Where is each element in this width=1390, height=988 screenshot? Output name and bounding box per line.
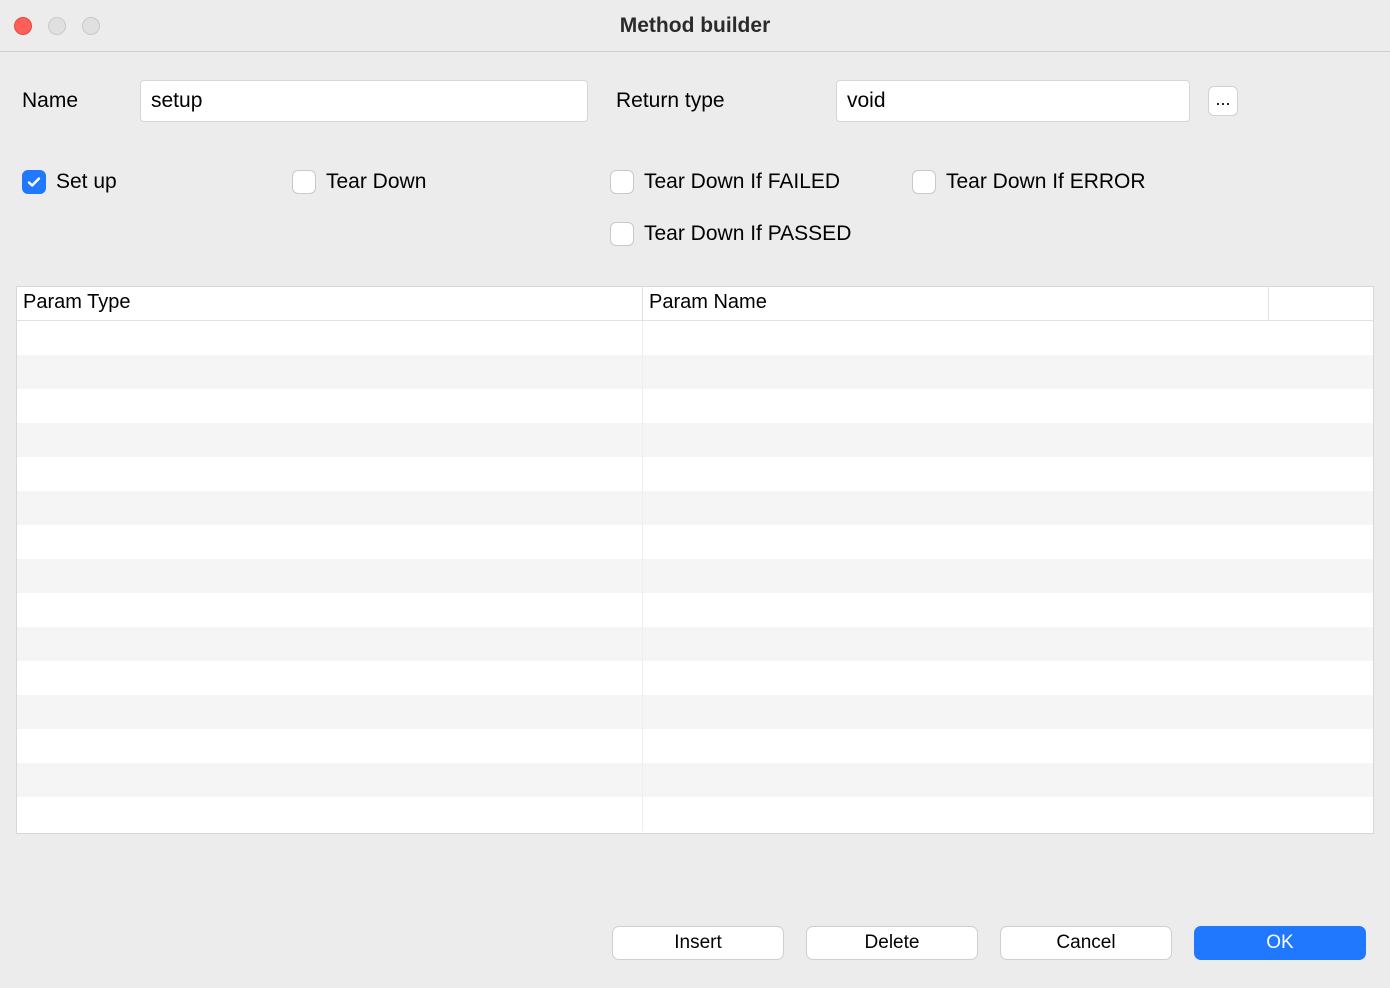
- checkbox-row-2: Tear Down If PASSED: [22, 222, 1368, 246]
- params-table-body: [17, 321, 1373, 831]
- return-type-input[interactable]: [836, 80, 1190, 122]
- table-row[interactable]: [17, 355, 1373, 389]
- window-controls: [14, 17, 100, 35]
- teardown-failed-checkbox-label: Tear Down If FAILED: [644, 170, 840, 194]
- return-type-label: Return type: [588, 89, 836, 113]
- teardown-passed-checkbox-label: Tear Down If PASSED: [644, 222, 851, 246]
- name-return-row: Name Return type ...: [22, 80, 1368, 122]
- teardown-checkbox-label: Tear Down: [326, 170, 426, 194]
- name-label: Name: [22, 89, 140, 113]
- param-name-header[interactable]: Param Name: [643, 287, 1269, 320]
- ellipsis-icon: ...: [1215, 95, 1230, 103]
- insert-button[interactable]: Insert: [612, 926, 784, 960]
- ok-button[interactable]: OK: [1194, 926, 1366, 960]
- window-close-button[interactable]: [14, 17, 32, 35]
- window-zoom-button[interactable]: [82, 17, 100, 35]
- params-table-header: Param Type Param Name: [17, 287, 1373, 321]
- check-icon: [26, 174, 42, 190]
- table-row[interactable]: [17, 593, 1373, 627]
- setup-checkbox[interactable]: [22, 170, 46, 194]
- table-row[interactable]: [17, 423, 1373, 457]
- table-row[interactable]: [17, 661, 1373, 695]
- table-row[interactable]: [17, 797, 1373, 831]
- teardown-error-checkbox[interactable]: [912, 170, 936, 194]
- setup-checkbox-wrap: Set up: [22, 170, 292, 194]
- setup-checkbox-label: Set up: [56, 170, 117, 194]
- table-row[interactable]: [17, 525, 1373, 559]
- table-row[interactable]: [17, 491, 1373, 525]
- teardown-error-checkbox-wrap: Tear Down If ERROR: [912, 170, 1368, 194]
- dialog-content: Name Return type ... Set up Tear Down Te…: [0, 52, 1390, 834]
- teardown-error-checkbox-label: Tear Down If ERROR: [946, 170, 1146, 194]
- name-input[interactable]: [140, 80, 588, 122]
- table-row[interactable]: [17, 559, 1373, 593]
- cancel-button[interactable]: Cancel: [1000, 926, 1172, 960]
- teardown-passed-checkbox-wrap: Tear Down If PASSED: [610, 222, 912, 246]
- table-row[interactable]: [17, 729, 1373, 763]
- delete-button[interactable]: Delete: [806, 926, 978, 960]
- teardown-checkbox-wrap: Tear Down: [292, 170, 610, 194]
- teardown-checkbox[interactable]: [292, 170, 316, 194]
- titlebar: Method builder: [0, 0, 1390, 52]
- param-pad-header: [1269, 287, 1373, 320]
- table-row[interactable]: [17, 389, 1373, 423]
- dialog-footer: Insert Delete Cancel OK: [612, 926, 1366, 960]
- window-title: Method builder: [0, 14, 1390, 38]
- params-table[interactable]: Param Type Param Name: [16, 286, 1374, 834]
- return-type-browse-button[interactable]: ...: [1208, 86, 1238, 116]
- checkbox-row-1: Set up Tear Down Tear Down If FAILED Tea…: [22, 170, 1368, 194]
- table-row[interactable]: [17, 695, 1373, 729]
- teardown-passed-checkbox[interactable]: [610, 222, 634, 246]
- table-row[interactable]: [17, 457, 1373, 491]
- param-type-header[interactable]: Param Type: [17, 287, 643, 320]
- table-row[interactable]: [17, 763, 1373, 797]
- teardown-failed-checkbox[interactable]: [610, 170, 634, 194]
- window-minimize-button[interactable]: [48, 17, 66, 35]
- teardown-failed-checkbox-wrap: Tear Down If FAILED: [610, 170, 912, 194]
- table-row[interactable]: [17, 627, 1373, 661]
- table-row[interactable]: [17, 321, 1373, 355]
